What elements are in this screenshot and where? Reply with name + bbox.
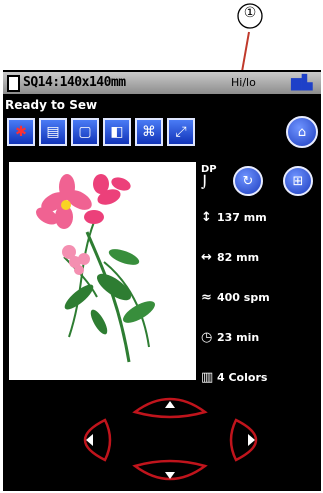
height-info: ↕ 137 mm: [201, 210, 267, 225]
rotate-icon: ↻: [242, 173, 254, 189]
stitch-back-button[interactable]: ⌘: [135, 118, 163, 146]
callout-label: ①: [243, 5, 257, 21]
stitch-back-icon: ⌘: [142, 124, 156, 140]
design-title: SQ14:140x140mm: [23, 75, 126, 90]
dp-needle-button[interactable]: DP ⌡: [201, 164, 217, 189]
dp-label: DP: [201, 164, 217, 175]
color-list-icon: ▤: [46, 124, 60, 140]
trial-stitch-button[interactable]: ✱: [7, 118, 35, 146]
cut-jump-button[interactable]: ◧: [103, 118, 131, 146]
jog-up-button[interactable]: [132, 397, 208, 419]
speed-mode-label: Hi/lo: [231, 76, 256, 89]
needle-position-icon: ⌡: [201, 175, 209, 189]
width-icon: ↔: [201, 250, 212, 265]
design-preview: [9, 162, 196, 380]
callout-number-1: ①: [236, 2, 264, 30]
height-value: 137 mm: [217, 211, 267, 224]
jog-left-button[interactable]: [83, 418, 112, 462]
jump-stitch-icon: ⤢: [175, 124, 187, 140]
document-icon: [7, 75, 20, 92]
jump-stitch-button[interactable]: ⤢: [167, 118, 195, 146]
width-value: 82 mm: [217, 251, 260, 264]
jog-right-button[interactable]: [229, 418, 258, 462]
jog-down-button[interactable]: [132, 459, 208, 481]
title-bar: SQ14:140x140mm Hi/lo ▆▙: [3, 72, 321, 94]
width-info: ↔ 82 mm: [201, 250, 259, 265]
speed-icon: ≈: [201, 290, 212, 305]
frame-trace-button[interactable]: ▢: [71, 118, 99, 146]
speed-info: ≈400 spm: [201, 290, 270, 305]
thread-spool-icon: ▥: [201, 370, 214, 385]
grid-icon: ⊞: [292, 173, 304, 189]
flower-embroidery-image: [36, 174, 155, 363]
hoop-icon: ⌂: [297, 124, 307, 140]
color-list-button[interactable]: ▤: [39, 118, 67, 146]
lcd-screen: SQ14:140x140mm Hi/lo ▆▙ Ready to Sew ✱ ▤…: [3, 70, 321, 491]
height-icon: ↕: [201, 210, 212, 225]
speed-value: 400 spm: [217, 291, 270, 304]
grid-button[interactable]: ⊞: [283, 166, 313, 196]
jog-direction-pad: [83, 397, 258, 481]
cut-jump-icon: ◧: [110, 124, 124, 140]
colors-info: ▥ 4 Colors: [201, 370, 267, 385]
frame-trace-icon: ▢: [78, 124, 92, 140]
trial-stitch-icon: ✱: [15, 124, 27, 140]
colors-value: 4 Colors: [217, 371, 268, 384]
sewing-machine-icon: ▆▙: [291, 75, 313, 91]
hoop-button[interactable]: ⌂: [286, 116, 318, 148]
status-text: Ready to Sew: [5, 98, 98, 112]
time-info: ◷ 23 min: [201, 330, 259, 345]
clock-icon: ◷: [201, 330, 213, 345]
time-value: 23 min: [217, 331, 260, 344]
rotate-button[interactable]: ↻: [233, 166, 263, 196]
